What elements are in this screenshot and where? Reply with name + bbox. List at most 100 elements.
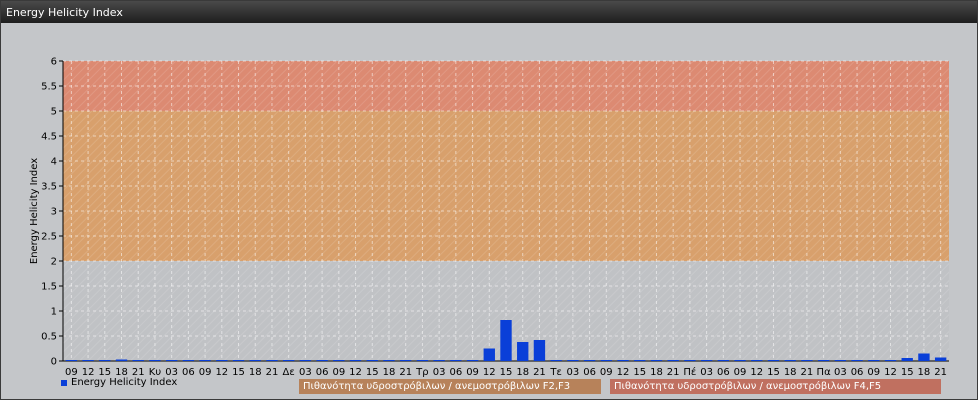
x-tick-label-47: 06 (851, 367, 864, 377)
x-tick-label-17: 12 (349, 367, 362, 377)
y-tick-label-2: 1 (51, 307, 57, 318)
bar-49 (884, 360, 897, 361)
bar-3 (115, 359, 128, 361)
panel-title: Energy Helicity Index (6, 6, 123, 19)
x-tick-label-20: 21 (399, 367, 412, 377)
x-tick-label-23: 06 (449, 367, 462, 377)
y-tick-label-1: 0.5 (41, 332, 57, 343)
x-tick-label-25: 12 (483, 367, 496, 377)
x-tick-label-13: Δε (283, 367, 295, 377)
x-tick-label-32: 09 (600, 367, 613, 377)
x-tick-label-6: 03 (165, 367, 178, 377)
x-tick-label-10: 15 (232, 367, 245, 377)
x-tick-label-40: 09 (734, 367, 747, 377)
energy-helicity-chart: 00.511.522.533.544.555.56 09 12 15 18 21 Κυ 03… (29, 57, 949, 377)
x-tick-label-33: 12 (617, 367, 630, 377)
x-tick-label-44: 21 (801, 367, 814, 377)
y-tick-label-12: 6 (51, 57, 57, 68)
x-tick-label-12: 21 (266, 367, 279, 377)
y-tick-label-11: 5.5 (41, 82, 57, 93)
bar-42 (767, 360, 780, 361)
bar-41 (751, 360, 763, 361)
bar-30 (567, 360, 579, 361)
bar-25 (483, 348, 495, 361)
bar-33 (617, 360, 629, 361)
bar-1 (82, 360, 94, 361)
y-tick-label-9: 4.5 (41, 132, 57, 143)
x-tick-label-28: 21 (533, 367, 546, 377)
x-tick-label-46: 03 (834, 367, 847, 377)
x-tick-label-26: 15 (500, 367, 513, 377)
bar-17 (349, 360, 362, 361)
x-tick-label-43: 18 (784, 367, 797, 377)
y-tick-label-7: 3.5 (41, 182, 57, 193)
bar-12 (266, 360, 278, 361)
x-tick-label-11: 18 (249, 367, 262, 377)
bar-19 (383, 360, 395, 361)
bar-5 (149, 360, 161, 361)
x-tick-label-51: 18 (918, 367, 931, 377)
y-tick-label-8: 4 (51, 157, 57, 168)
x-tick-label-52: 21 (934, 367, 947, 377)
bar-47 (851, 360, 863, 361)
bar-10 (232, 360, 245, 361)
x-tick-label-22: 03 (433, 367, 446, 377)
y-tick-label-3: 1.5 (41, 282, 57, 293)
bar-21 (416, 360, 429, 361)
x-tick-label-0: 09 (65, 367, 78, 377)
x-tick-label-41: 12 (750, 367, 763, 377)
x-tick-label-34: 15 (633, 367, 646, 377)
bar-40 (734, 360, 746, 361)
bar-18 (366, 360, 378, 361)
bar-4 (132, 360, 144, 361)
x-tick-label-42: 15 (767, 367, 780, 377)
legend-series: Energy Helicity Index (61, 377, 177, 388)
x-tick-label-27: 18 (516, 367, 529, 377)
x-tick-label-21: Τρ (415, 367, 428, 377)
x-tick-label-3: 18 (115, 367, 128, 377)
x-tick-label-38: 03 (700, 367, 713, 377)
legend-series-swatch (61, 379, 67, 386)
x-tick-label-48: 09 (867, 367, 880, 377)
x-tick-label-5: Κυ (149, 367, 162, 377)
y-axis-label: Energy Helicity Index (29, 158, 40, 264)
x-tick-label-7: 06 (182, 367, 195, 377)
bar-28 (533, 340, 546, 361)
x-tick-label-8: 09 (199, 367, 212, 377)
legend-band-f4-f5: Πιθανότητα υδροστρόβιλων / ανεμοστρόβιλω… (610, 379, 941, 394)
bar-45 (817, 360, 830, 361)
bar-22 (433, 360, 445, 361)
x-tick-label-19: 18 (383, 367, 396, 377)
x-tick-label-14: 03 (299, 367, 312, 377)
x-tick-label-30: 03 (567, 367, 580, 377)
bar-35 (650, 360, 663, 361)
bar-44 (801, 360, 813, 361)
bar-52 (934, 357, 947, 361)
legend-band-f2-f3: Πιθανότητα υδροστρόβιλων / ανεμοστρόβιλω… (299, 379, 601, 394)
bar-14 (299, 360, 312, 361)
x-tick-label-49: 12 (884, 367, 897, 377)
y-tick-label-5: 2.5 (41, 232, 57, 243)
bar-26 (500, 320, 512, 361)
bar-38 (700, 360, 713, 361)
y-tick-label-0: 0 (51, 357, 57, 368)
x-tick-label-29: Τε (549, 367, 562, 377)
bar-0 (65, 360, 78, 361)
x-tick-label-9: 12 (215, 367, 228, 377)
bar-16 (333, 360, 345, 361)
bar-24 (466, 360, 479, 361)
bar-50 (901, 358, 913, 361)
bar-51 (918, 353, 930, 361)
x-tick-label-24: 09 (466, 367, 479, 377)
bar-27 (517, 342, 529, 361)
x-tick-label-36: 21 (667, 367, 680, 377)
x-tick-label-45: Πα (817, 367, 832, 377)
bar-2 (99, 360, 111, 361)
x-tick-label-4: 21 (132, 367, 145, 377)
x-tick-label-50: 15 (901, 367, 914, 377)
bar-48 (868, 360, 880, 361)
bar-23 (450, 360, 462, 361)
bar-36 (667, 360, 679, 361)
y-tick-label-10: 5 (51, 107, 57, 118)
x-tick-label-35: 18 (650, 367, 663, 377)
